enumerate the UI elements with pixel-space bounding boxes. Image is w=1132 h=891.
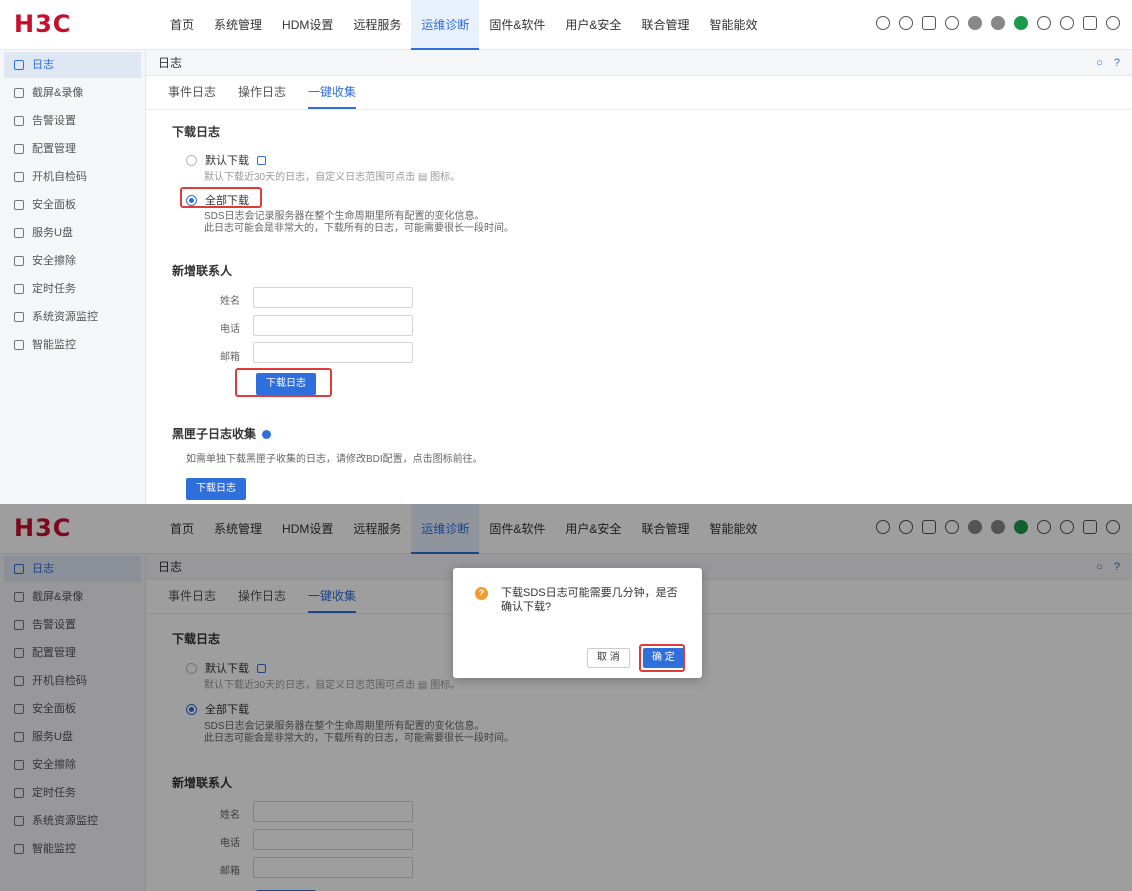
sidebar-item-usb[interactable]: 服务U盘 [4, 220, 141, 246]
main-nav: 首页 系统管理 HDM设置 远程服务 运维诊断 固件&软件 用户&安全 联合管理… [160, 0, 767, 50]
sidebar-item-label: 服务U盘 [32, 227, 73, 239]
alarm-icon [14, 116, 24, 126]
blackbox-download-button[interactable]: 下载日志 [186, 478, 246, 500]
log-tabs: 事件日志 操作日志 一键收集 [146, 76, 1132, 110]
nav-remote-service[interactable]: 远程服务 [343, 0, 411, 50]
dialog-message: 下载SDS日志可能需要几分钟，是否确认下载? [501, 587, 678, 613]
sidebar-item-erase[interactable]: 安全擦除 [4, 248, 141, 274]
sidebar-item-label: 开机自检码 [32, 171, 87, 183]
calendar-icon[interactable] [257, 155, 266, 165]
nav-maintenance-diagnosis[interactable]: 运维诊断 [411, 0, 480, 50]
erase-icon [14, 256, 24, 266]
sidebar-item-label: 系统资源监控 [32, 311, 98, 323]
sidebar-item-label: 安全面板 [32, 199, 76, 211]
sidebar-item-label: 安全擦除 [32, 255, 76, 267]
download-log-title: 下载日志 [172, 125, 221, 139]
refresh-help-icons[interactable]: ○ ? [1096, 50, 1124, 76]
bell-icon[interactable] [945, 16, 959, 30]
smart-monitor-icon [14, 340, 24, 350]
h3c-logo: H3C [14, 10, 72, 38]
email-input[interactable] [253, 342, 413, 363]
settings-link-icon[interactable] [262, 430, 272, 440]
palette-icon[interactable] [1060, 16, 1074, 30]
nav-home[interactable]: 首页 [160, 0, 204, 50]
nav-hdm-settings[interactable]: HDM设置 [272, 0, 343, 50]
panel-icon [14, 200, 24, 210]
sidebar-item-label: 日志 [32, 59, 54, 71]
nav-user-security[interactable]: 用户&安全 [555, 0, 631, 50]
config-icon [14, 144, 24, 154]
main-content: 日志 ○ ? 事件日志 操作日志 一键收集 下载日志 默认下载 默认下载近30天… [146, 50, 1132, 504]
nav-system-management[interactable]: 系统管理 [204, 0, 272, 50]
screenshot-before: H3C 首页 系统管理 HDM设置 远程服务 运维诊断 固件&软件 用户&安全 … [0, 0, 1132, 504]
default-download-hint: 默认下载近30天的日志，自定义日志范围可点击 ▤ 图标。 [204, 172, 461, 183]
radio-circle[interactable] [186, 154, 197, 166]
name-input[interactable] [253, 287, 413, 308]
sidebar-item-alarm[interactable]: 告警设置 [4, 108, 141, 134]
sidebar-item-resource-monitor[interactable]: 系统资源监控 [4, 304, 141, 330]
sidebar-item-security-panel[interactable]: 安全面板 [4, 192, 141, 218]
nav-federation-management[interactable]: 联合管理 [631, 0, 699, 50]
sidebar-item-label: 智能监控 [32, 339, 76, 351]
cancel-button[interactable]: 取 消 [587, 648, 630, 668]
sidebar-item-config[interactable]: 配置管理 [4, 136, 141, 162]
nav-smart-energy[interactable]: 智能能效 [699, 0, 767, 50]
screenshot-after: H3C 首页 系统管理 HDM设置 远程服务 运维诊断 固件&软件 用户&安全 … [0, 504, 1132, 891]
globe-icon[interactable] [1037, 16, 1051, 30]
sidebar-item-label: 告警设置 [32, 115, 76, 127]
lock-icon[interactable] [1083, 16, 1097, 30]
topbar-icon-group [876, 16, 1120, 30]
all-download-hint-2: 此日志可能会是非常大的，下载所有的日志，可能需要很长一段时间。 [204, 223, 514, 234]
sidebar-item-screenshot[interactable]: 截屏&录像 [4, 80, 141, 106]
tab-operation-log[interactable]: 操作日志 [238, 76, 286, 109]
screenshot-icon [14, 88, 24, 98]
radio-label: 默认下载 [205, 155, 249, 167]
log-icon [14, 60, 24, 70]
sidebar-item-label: 定时任务 [32, 283, 76, 295]
sidebar: 日志 截屏&录像 告警设置 配置管理 开机自检码 安全面板 服务U盘 安全擦除 … [0, 50, 146, 504]
highlight-box [180, 187, 262, 208]
top-navigation-bar: H3C 首页 系统管理 HDM设置 远程服务 运维诊断 固件&软件 用户&安全 … [0, 0, 1132, 50]
blackbox-hint: 如需单独下载黑匣子收集的日志，请修改BDI配置，点击图标前往。 [186, 454, 483, 465]
highlight-box [639, 644, 685, 672]
sidebar-item-post-code[interactable]: 开机自检码 [4, 164, 141, 190]
question-icon: ? [475, 587, 488, 600]
page-title-bar: 日志 ○ ? [146, 50, 1132, 76]
document-icon[interactable] [922, 16, 936, 30]
blackbox-title: 黑匣子日志收集 [172, 425, 272, 442]
tab-one-click-collect[interactable]: 一键收集 [308, 76, 357, 109]
circle-icon[interactable] [968, 16, 982, 30]
nav-firmware-software[interactable]: 固件&软件 [479, 0, 555, 50]
circle-icon[interactable] [991, 16, 1005, 30]
usb-icon [14, 228, 24, 238]
sidebar-item-log[interactable]: 日志 [4, 52, 141, 78]
search-icon[interactable] [876, 16, 890, 30]
sidebar-item-label: 截屏&录像 [32, 87, 84, 99]
phone-input[interactable] [253, 315, 413, 336]
power-icon[interactable] [1014, 16, 1028, 30]
tab-event-log[interactable]: 事件日志 [168, 76, 216, 109]
email-label: 邮箱 [220, 352, 240, 363]
timer-icon [14, 284, 24, 294]
new-contact-title: 新增联系人 [172, 264, 233, 278]
highlight-box [235, 368, 332, 397]
sidebar-item-smart-monitor[interactable]: 智能监控 [4, 332, 141, 358]
name-label: 姓名 [220, 296, 240, 307]
refresh-icon[interactable] [899, 16, 913, 30]
post-code-icon [14, 172, 24, 182]
user-icon[interactable] [1106, 16, 1120, 30]
radio-default-download[interactable]: 默认下载 [186, 152, 266, 168]
phone-label: 电话 [220, 324, 240, 335]
blackbox-title-text: 黑匣子日志收集 [172, 427, 257, 441]
page-title: 日志 [158, 56, 183, 70]
sidebar-item-timer[interactable]: 定时任务 [4, 276, 141, 302]
modal-overlay [0, 504, 1132, 891]
monitor-icon [14, 312, 24, 322]
confirm-dialog: ? 下载SDS日志可能需要几分钟，是否确认下载? 取 消 确 定 [453, 568, 702, 678]
sidebar-item-label: 配置管理 [32, 143, 76, 155]
